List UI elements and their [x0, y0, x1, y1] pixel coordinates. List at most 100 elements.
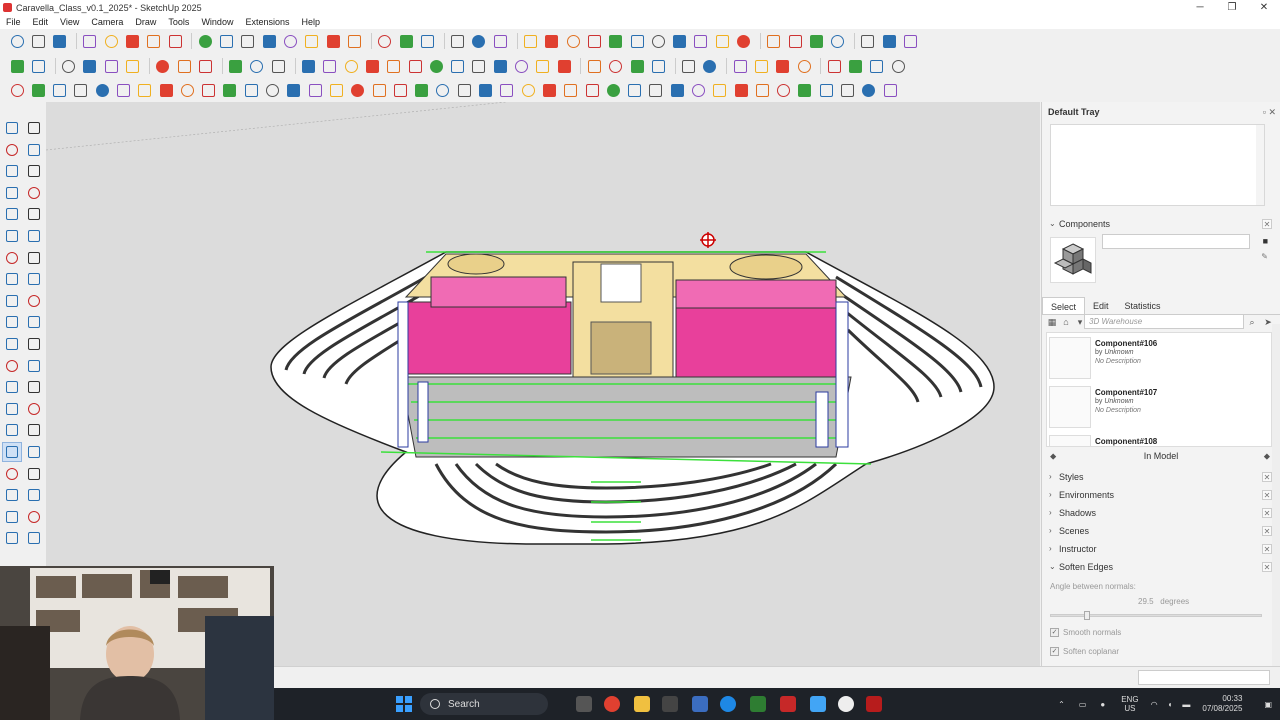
toolbar-tool-icon[interactable] [628, 32, 646, 50]
palette-tool-icon[interactable] [24, 291, 44, 311]
toolbar-tool-icon[interactable] [470, 57, 488, 75]
palette-tool-icon[interactable] [2, 356, 22, 376]
toolbar-tool-icon[interactable] [242, 81, 260, 99]
search-icon[interactable]: ⌕ [1246, 316, 1258, 328]
palette-tool-icon[interactable] [2, 269, 22, 289]
toolbar-tool-icon[interactable] [731, 57, 749, 75]
view-options-icon[interactable]: ▦ [1046, 316, 1058, 328]
unreal-icon[interactable] [838, 696, 854, 712]
toolbar-tool-icon[interactable] [264, 81, 282, 99]
palette-tool-icon[interactable] [24, 334, 44, 354]
toolbar-tool-icon[interactable] [607, 32, 625, 50]
tab-statistics[interactable]: Statistics [1117, 297, 1169, 314]
toolbar-tool-icon[interactable] [543, 32, 561, 50]
toolbar-tool-icon[interactable] [145, 32, 163, 50]
entity-info-scrollbar[interactable] [1256, 125, 1264, 205]
toolbar-tool-icon[interactable] [735, 32, 753, 50]
tray-scrollbar[interactable] [1272, 324, 1280, 666]
toolbar-tool-icon[interactable] [829, 32, 847, 50]
menu-camera[interactable]: Camera [85, 15, 129, 29]
toolbar-tool-icon[interactable] [671, 32, 689, 50]
toolbar-tool-icon[interactable] [713, 32, 731, 50]
windows-start-icon[interactable] [396, 696, 412, 712]
minimize-button[interactable]: ─ [1184, 0, 1216, 15]
wifi-icon[interactable]: ◠ [1151, 700, 1158, 709]
toolbar-tool-icon[interactable] [157, 81, 175, 99]
toolbar-tool-icon[interactable] [434, 81, 452, 99]
toolbar-tool-icon[interactable] [300, 57, 318, 75]
toolbar-tool-icon[interactable] [102, 57, 120, 75]
palette-tool-icon[interactable] [24, 377, 44, 397]
toolbar-tool-icon[interactable] [102, 32, 120, 50]
toolbar-tool-icon[interactable] [218, 32, 236, 50]
toolbar-tool-icon[interactable] [775, 81, 793, 99]
tab-select[interactable]: Select [1042, 297, 1086, 314]
toolbar-tool-icon[interactable] [248, 57, 266, 75]
palette-tool-icon[interactable] [2, 420, 22, 440]
palette-tool-icon[interactable] [24, 248, 44, 268]
toolbar-tool-icon[interactable] [391, 81, 409, 99]
close-button[interactable]: ✕ [1248, 0, 1280, 15]
palette-tool-icon[interactable] [24, 204, 44, 224]
taskbar-clock[interactable]: 00:33 07/08/2025 [1202, 694, 1242, 714]
toolbar-tool-icon[interactable] [29, 32, 47, 50]
toolbar-tool-icon[interactable] [455, 81, 473, 99]
palette-tool-icon[interactable] [2, 528, 22, 548]
toolbar-tool-icon[interactable] [491, 57, 509, 75]
language-indicator[interactable]: ENG US [1121, 695, 1138, 713]
angle-slider-handle[interactable] [1083, 611, 1090, 620]
toolbar-tool-icon[interactable] [196, 57, 214, 75]
palette-tool-icon[interactable] [2, 204, 22, 224]
toolbar-tool-icon[interactable] [196, 32, 214, 50]
menu-edit[interactable]: Edit [27, 15, 55, 29]
toolbar-tool-icon[interactable] [881, 81, 899, 99]
palette-tool-icon[interactable] [24, 507, 44, 527]
toolbar-tool-icon[interactable] [60, 57, 78, 75]
toolbar-tool-icon[interactable] [397, 32, 415, 50]
toolbar-tool-icon[interactable] [81, 57, 99, 75]
toolbar-tool-icon[interactable] [227, 57, 245, 75]
toolbar-tool-icon[interactable] [385, 57, 403, 75]
palette-tool-icon[interactable] [24, 183, 44, 203]
toolbar-tool-icon[interactable] [114, 81, 132, 99]
toolbar-tool-icon[interactable] [647, 81, 665, 99]
toolbar-tool-icon[interactable] [406, 57, 424, 75]
toolbar-tool-icon[interactable] [774, 57, 792, 75]
component-name-field[interactable] [1102, 234, 1250, 249]
toolbar-tool-icon[interactable] [786, 32, 804, 50]
toolbar-tool-icon[interactable] [470, 32, 488, 50]
tray-controls[interactable]: ▫ ✕ [1263, 102, 1276, 122]
palette-tool-icon[interactable] [2, 464, 22, 484]
toolbar-tool-icon[interactable] [327, 81, 345, 99]
panel-instructor[interactable]: › Instructor ✕ [1042, 540, 1280, 557]
file-explorer-icon[interactable] [634, 696, 650, 712]
toolbar-tool-icon[interactable] [604, 81, 622, 99]
smooth-normals-checkbox[interactable]: ✓ Smooth normals [1050, 628, 1121, 637]
toolbar-tool-icon[interactable] [349, 81, 367, 99]
toolbar-tool-icon[interactable] [847, 57, 865, 75]
palette-tool-icon[interactable] [2, 377, 22, 397]
toolbar-tool-icon[interactable] [29, 81, 47, 99]
toolbar-tool-icon[interactable] [562, 81, 580, 99]
toolbar-tool-icon[interactable] [376, 32, 394, 50]
close-icon[interactable]: ✕ [1262, 543, 1272, 554]
close-icon[interactable]: ✕ [1262, 525, 1272, 536]
palette-tool-icon[interactable] [24, 356, 44, 376]
palette-tool-icon[interactable] [2, 226, 22, 246]
palette-tool-icon[interactable] [24, 528, 44, 548]
angle-slider-track[interactable] [1050, 614, 1262, 617]
palette-tool-icon[interactable] [24, 312, 44, 332]
toolbar-tool-icon[interactable] [93, 81, 111, 99]
layout-icon[interactable] [866, 696, 882, 712]
sketchup-taskbar-icon[interactable] [780, 696, 796, 712]
toolbar-tool-icon[interactable] [51, 81, 69, 99]
palette-tool-icon[interactable] [2, 399, 22, 419]
toolbar-tool-icon[interactable] [282, 32, 300, 50]
toolbar-tool-icon[interactable] [239, 32, 257, 50]
toolbar-tool-icon[interactable] [363, 57, 381, 75]
toolbar-tool-icon[interactable] [564, 32, 582, 50]
close-icon[interactable]: ✕ [1262, 489, 1272, 500]
toolbar-tool-icon[interactable] [825, 57, 843, 75]
toolbar-tool-icon[interactable] [221, 81, 239, 99]
panel-soften-edges[interactable]: ⌄ Soften Edges ✕ [1042, 558, 1280, 575]
